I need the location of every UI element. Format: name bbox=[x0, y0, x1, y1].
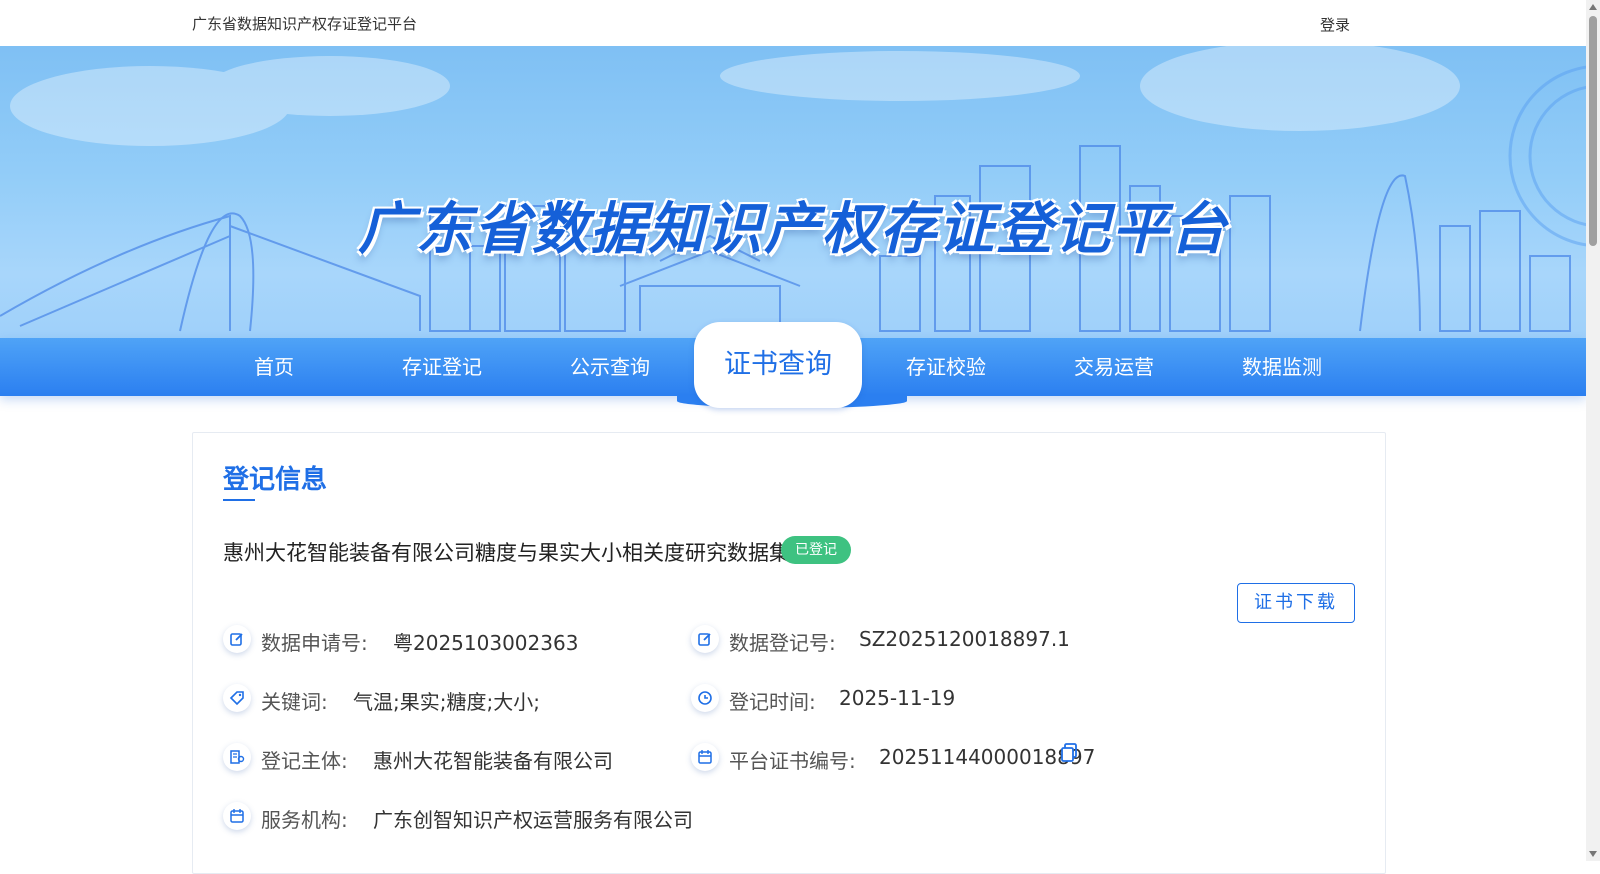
field-value: 气温;果实;糖度;大小; bbox=[353, 690, 540, 714]
field-label: 数据申请号: bbox=[261, 631, 368, 655]
registration-info-card: 登记信息 惠州大花智能装备有限公司糖度与果实大小相关度研究数据集 已登记 证书下… bbox=[192, 432, 1386, 874]
site-title: 广东省数据知识产权存证登记平台 bbox=[192, 15, 418, 33]
section-title-underline bbox=[223, 499, 255, 501]
tag-icon bbox=[223, 684, 251, 712]
field-label: 登记时间: bbox=[729, 690, 816, 714]
login-link[interactable]: 登录 bbox=[1320, 14, 1350, 35]
nav-item-registration[interactable]: 存证登记 bbox=[367, 338, 517, 396]
field-subject: 登记主体: 惠州大花智能装备有限公司 bbox=[223, 743, 663, 775]
nav-item-monitoring[interactable]: 数据监测 bbox=[1207, 338, 1357, 396]
certificate-download-button[interactable]: 证书下载 bbox=[1237, 583, 1355, 623]
record-name: 惠州大花智能装备有限公司糖度与果实大小相关度研究数据集 bbox=[223, 541, 790, 565]
field-value: 惠州大花智能装备有限公司 bbox=[373, 749, 613, 773]
field-cert-no: 平台证书编号: 20251144000018897 bbox=[691, 743, 1111, 775]
field-value: 2025-11-19 bbox=[839, 686, 956, 710]
nav-item-public-query[interactable]: 公示查询 bbox=[535, 338, 685, 396]
scroll-thumb[interactable] bbox=[1589, 16, 1597, 246]
field-apply-no: 数据申请号: 粤2025103002363 bbox=[223, 625, 643, 657]
calendar-icon bbox=[223, 802, 251, 830]
field-value: 广东创智知识产权运营服务有限公司 bbox=[373, 808, 693, 832]
page-scrollbar[interactable] bbox=[1586, 0, 1600, 861]
scroll-up-arrow[interactable] bbox=[1589, 4, 1597, 10]
status-badge: 已登记 bbox=[781, 536, 851, 564]
field-label: 服务机构: bbox=[261, 808, 348, 832]
calendar-icon bbox=[691, 743, 719, 771]
banner-title: 广东省数据知识产权存证登记平台 bbox=[358, 197, 1228, 262]
field-reg-time: 登记时间: 2025-11-19 bbox=[691, 684, 1111, 716]
nav-item-verification[interactable]: 存证校验 bbox=[871, 338, 1021, 396]
edit-icon bbox=[691, 625, 719, 653]
top-bar: 广东省数据知识产权存证登记平台 登录 bbox=[0, 0, 1586, 46]
hero-banner: 广东省数据知识产权存证登记平台 bbox=[0, 46, 1586, 338]
section-title: 登记信息 bbox=[223, 465, 328, 495]
field-label: 登记主体: bbox=[261, 749, 348, 773]
copy-icon[interactable] bbox=[1061, 743, 1079, 768]
field-agency: 服务机构: 广东创智知识产权运营服务有限公司 bbox=[223, 802, 743, 834]
field-value: 粤2025103002363 bbox=[393, 631, 579, 655]
scroll-down-arrow[interactable] bbox=[1589, 851, 1597, 857]
field-value: SZ2025120018897.1 bbox=[859, 627, 1070, 651]
nav-item-trading[interactable]: 交易运营 bbox=[1039, 338, 1189, 396]
edit-icon bbox=[223, 625, 251, 653]
nav-item-home[interactable]: 首页 bbox=[199, 338, 349, 396]
main-nav: 首页 存证登记 公示查询 证书查询 存证校验 交易运营 数据监测 bbox=[0, 322, 1586, 408]
building-user-icon bbox=[223, 743, 251, 771]
field-reg-no: 数据登记号: SZ2025120018897.1 bbox=[691, 625, 1111, 657]
nav-item-certificate-query[interactable]: 证书查询 bbox=[694, 322, 862, 408]
field-label: 平台证书编号: bbox=[729, 749, 856, 773]
field-label: 数据登记号: bbox=[729, 631, 836, 655]
field-label: 关键词: bbox=[261, 690, 328, 714]
field-keywords: 关键词: 气温;果实;糖度;大小; bbox=[223, 684, 643, 716]
clock-icon bbox=[691, 684, 719, 712]
